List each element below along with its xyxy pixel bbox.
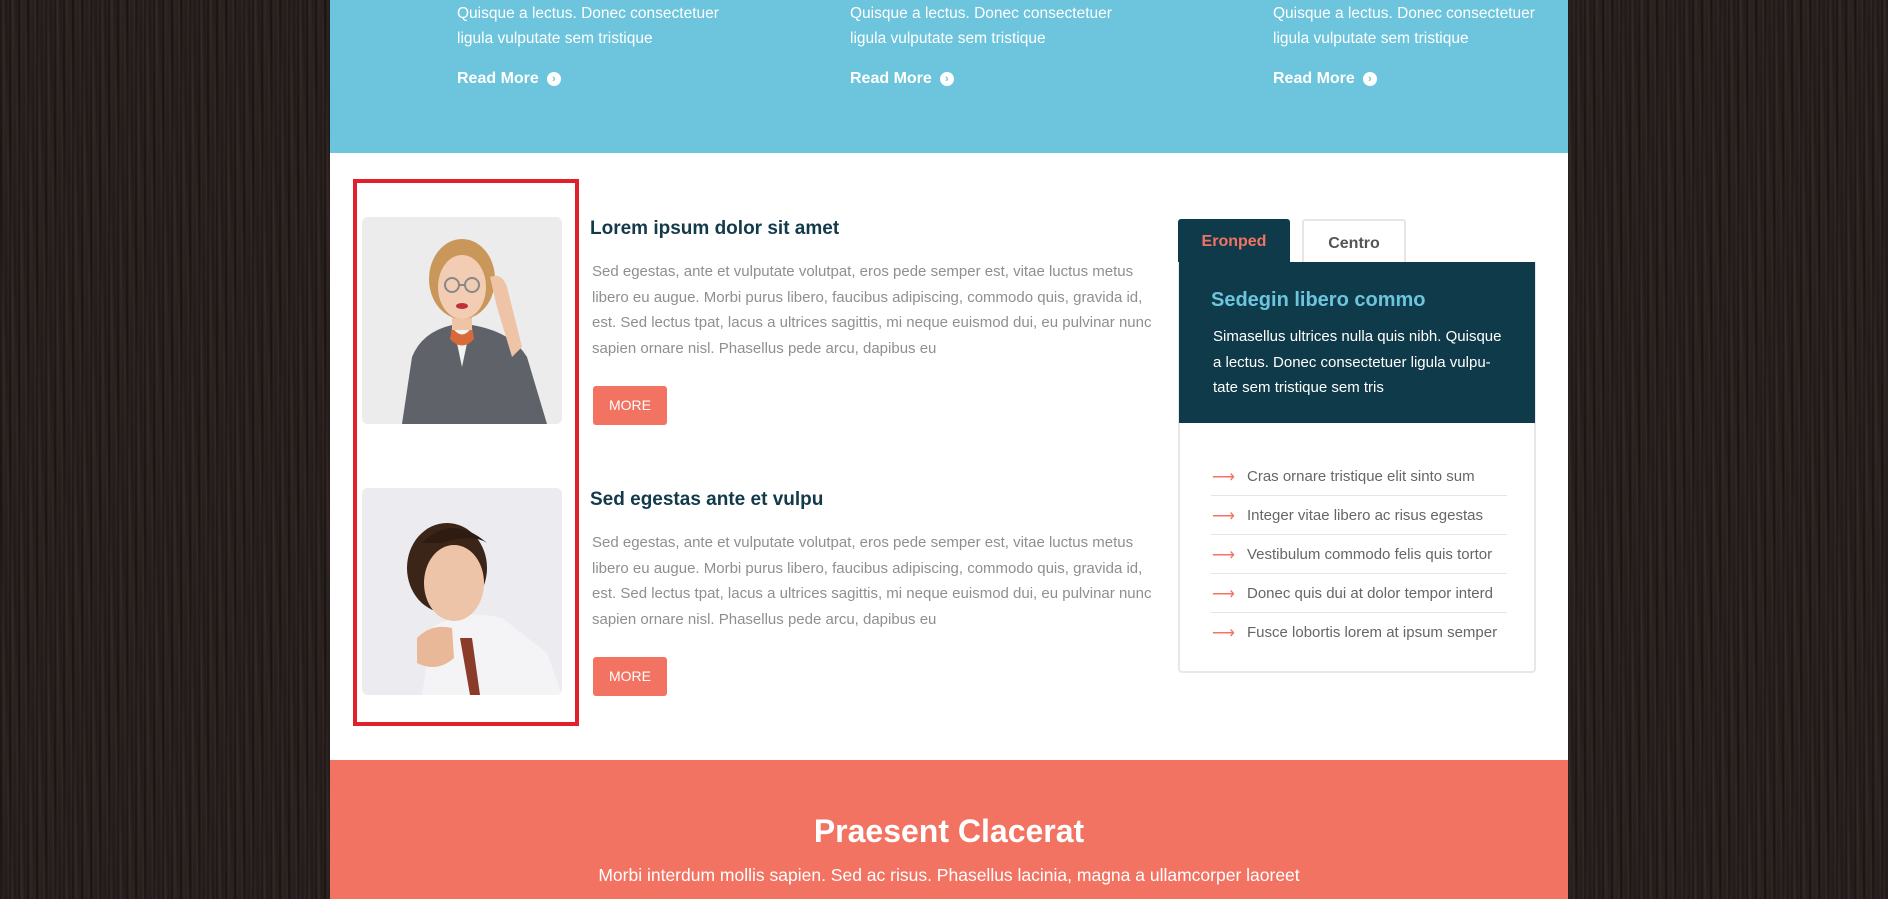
feature-teaser: Quisque a lectus. Donec consectetuer lig… [457, 0, 737, 87]
article-photo-woman[interactable] [362, 217, 562, 424]
list-item-label: Integer vitae libero ac risus egestas [1247, 507, 1483, 524]
list-item[interactable]: ⟶ Donec quis dui at dolor tempor interd [1211, 575, 1507, 613]
banner-title: Praesent Clacerat [813, 813, 1085, 849]
tab-eronped[interactable]: Eronped [1178, 219, 1290, 263]
list-item[interactable]: ⟶ Fusce lobortis lorem at ipsum semper [1211, 614, 1507, 651]
teaser-text: Quisque a lectus. Donec consectetuer lig… [850, 5, 1112, 47]
list-item-label: Fusce lobortis lorem at ipsum semper [1247, 624, 1498, 641]
article-body: Sed egestas, ante et vulputate volutpat,… [592, 263, 1152, 357]
promo-banner: Praesent Clacerat Morbi interdum mollis … [330, 760, 1568, 899]
woman-portrait-image [362, 217, 562, 424]
tab-panel: Sedegin libero commo Simasellus ultrices… [1178, 262, 1536, 673]
panel-text: Simasellus ultrices nulla quis nibh. Qui… [1213, 328, 1502, 396]
man-portrait-image [362, 488, 562, 695]
list-item[interactable]: ⟶ Integer vitae libero ac risus egestas [1211, 497, 1507, 535]
list-item[interactable]: ⟶ Cras ornare tristique elit sinto sum [1211, 458, 1507, 496]
tab-centro[interactable]: Centro [1302, 219, 1406, 263]
long-arrow-right-icon: ⟶ [1212, 585, 1235, 603]
banner-subtitle: Morbi interdum mollis sapien. Sed ac ris… [598, 865, 1300, 885]
list-item-label: Vestibulum commodo felis quis tortor [1247, 546, 1493, 563]
more-button[interactable]: MORE [593, 657, 667, 696]
feature-teaser: Quisque a lectus. Donec consectetuer lig… [850, 0, 1130, 87]
long-arrow-right-icon: ⟶ [1212, 468, 1235, 486]
long-arrow-right-icon: ⟶ [1212, 624, 1235, 642]
tab-panel-header: Sedegin libero commo Simasellus ultrices… [1179, 262, 1535, 423]
arrow-circle-right-icon: › [546, 72, 561, 86]
read-more-link[interactable]: Read More › [1273, 70, 1377, 88]
feature-teaser: Quisque a lectus. Donec consectetuer lig… [1273, 0, 1553, 87]
arrow-circle-right-icon: › [1362, 72, 1377, 86]
list-item-label: Cras ornare tristique elit sinto sum [1247, 468, 1475, 485]
teaser-text: Quisque a lectus. Donec consectetuer lig… [1273, 5, 1535, 47]
arrow-circle-right-icon: › [939, 72, 954, 86]
long-arrow-right-icon: ⟶ [1212, 507, 1235, 525]
article-body: Sed egestas, ante et vulputate volutpat,… [592, 534, 1152, 628]
read-more-link[interactable]: Read More › [850, 70, 954, 88]
read-more-link[interactable]: Read More › [457, 70, 561, 88]
teaser-text: Quisque a lectus. Donec consectetuer lig… [457, 5, 719, 47]
features-band: Quisque a lectus. Donec consectetuer lig… [330, 0, 1568, 153]
panel-title: Sedegin libero commo [1211, 289, 1426, 311]
list-item[interactable]: ⟶ Vestibulum commodo felis quis tortor [1211, 536, 1507, 574]
read-more-label: Read More [1273, 70, 1355, 87]
article-photo-man[interactable] [362, 488, 562, 695]
article-title: Lorem ipsum dolor sit amet [590, 218, 840, 239]
page: Quisque a lectus. Donec consectetuer lig… [330, 0, 1568, 899]
long-arrow-right-icon: ⟶ [1212, 546, 1235, 564]
more-button[interactable]: MORE [593, 386, 667, 425]
read-more-label: Read More [850, 70, 932, 87]
panel-list: ⟶ Cras ornare tristique elit sinto sum ⟶ I… [1211, 457, 1507, 651]
article-title: Sed egestas ante et vulpu [590, 489, 824, 510]
read-more-label: Read More [457, 70, 539, 87]
list-item-label: Donec quis dui at dolor tempor interd [1247, 585, 1493, 602]
